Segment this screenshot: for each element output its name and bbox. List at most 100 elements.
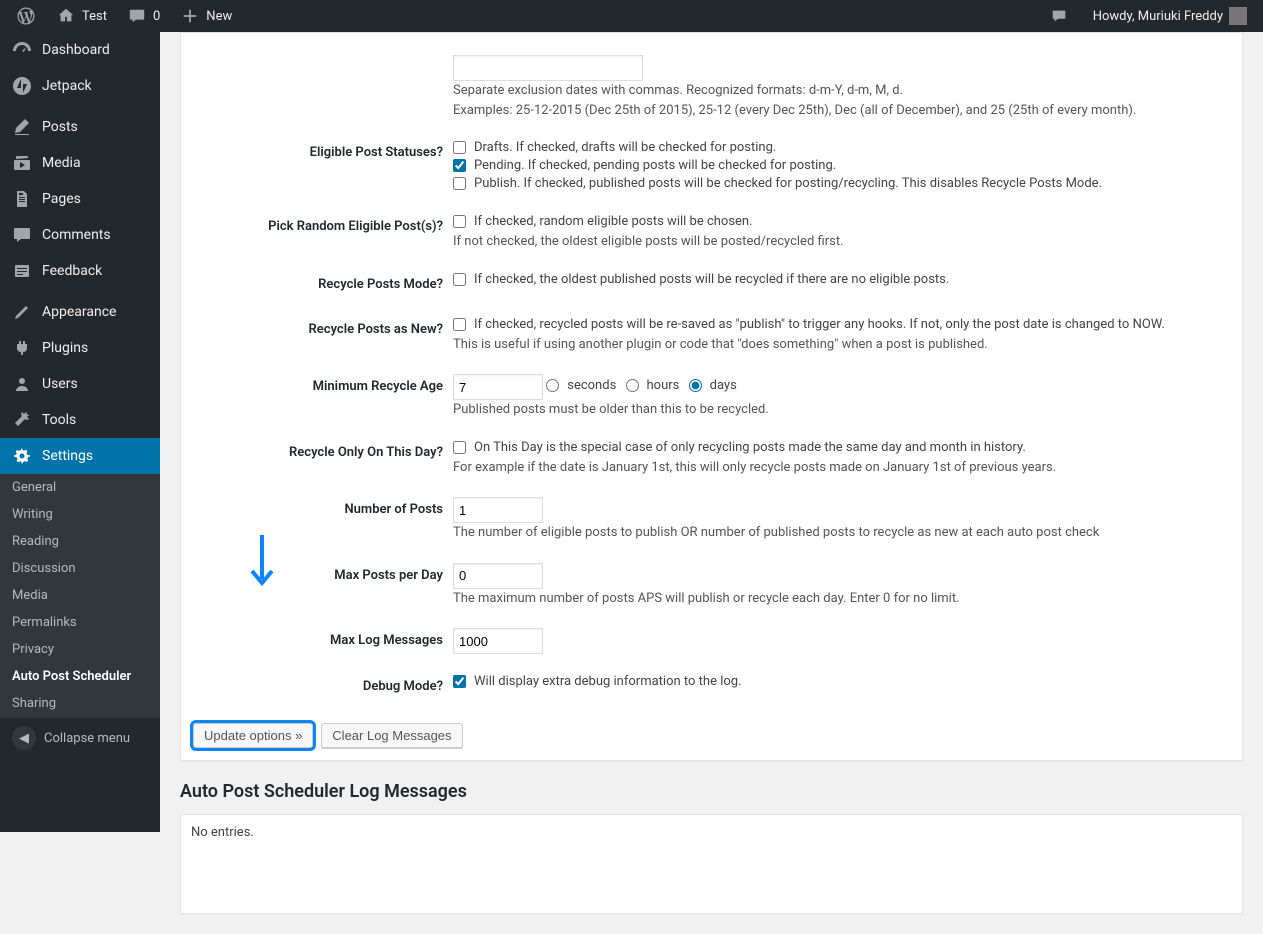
- drafts-checkbox[interactable]: [453, 141, 466, 154]
- menu-label: Pages: [42, 191, 81, 207]
- jetpack-icon: [12, 76, 32, 96]
- wp-logo[interactable]: [8, 0, 44, 32]
- exclusion-desc2: Examples: 25-12-2015 (Dec 25th of 2015),…: [453, 101, 1220, 121]
- menu-label: Comments: [42, 227, 111, 243]
- site-link[interactable]: Test: [48, 0, 115, 32]
- recycle-new-label: Recycle Posts as New?: [193, 307, 453, 365]
- clear-log-button[interactable]: Clear Log Messages: [321, 723, 462, 748]
- menu-item-posts[interactable]: Posts: [0, 109, 160, 145]
- pages-icon: [12, 189, 32, 209]
- recycle-mode-text: If checked, the oldest published posts w…: [474, 272, 949, 287]
- on-this-day-text: On This Day is the special case of only …: [474, 440, 1026, 455]
- hours-radio[interactable]: [626, 379, 639, 392]
- min-age-desc: Published posts must be older than this …: [453, 400, 1220, 420]
- plugins-icon: [12, 338, 32, 358]
- publish-checkbox[interactable]: [453, 177, 466, 190]
- seconds-label: seconds: [567, 378, 616, 393]
- num-posts-desc: The number of eligible posts to publish …: [453, 523, 1220, 543]
- new-link[interactable]: New: [172, 0, 240, 32]
- submenu-item-general[interactable]: General: [0, 474, 160, 501]
- seconds-radio[interactable]: [546, 379, 559, 392]
- max-log-label: Max Log Messages: [193, 618, 453, 664]
- appearance-icon: [12, 302, 32, 322]
- recycle-mode-checkbox[interactable]: [453, 273, 466, 286]
- menu-label: Jetpack: [42, 78, 92, 94]
- random-checkbox[interactable]: [453, 215, 466, 228]
- new-label: New: [206, 9, 232, 24]
- posts-icon: [12, 117, 32, 137]
- content-area: Separate exclusion dates with commas. Re…: [160, 0, 1263, 934]
- collapse-label: Collapse menu: [44, 731, 130, 746]
- submenu-item-media[interactable]: Media: [0, 582, 160, 609]
- menu-item-dashboard[interactable]: Dashboard: [0, 32, 160, 68]
- drafts-text: Drafts. If checked, drafts will be check…: [474, 140, 776, 155]
- num-posts-input[interactable]: [453, 497, 543, 523]
- media-icon: [12, 153, 32, 173]
- random-label: Pick Random Eligible Post(s)?: [193, 204, 453, 262]
- wordpress-icon: [16, 6, 36, 26]
- update-options-button[interactable]: Update options »: [193, 723, 313, 748]
- menu-item-pages[interactable]: Pages: [0, 181, 160, 217]
- tools-icon: [12, 410, 32, 430]
- max-log-input[interactable]: [453, 628, 543, 654]
- debug-text: Will display extra debug information to …: [474, 674, 742, 689]
- home-icon: [56, 6, 76, 26]
- menu-label: Dashboard: [42, 42, 110, 58]
- min-age-label: Minimum Recycle Age: [193, 364, 453, 430]
- max-day-label: Max Posts per Day: [193, 553, 453, 619]
- num-posts-label: Number of Posts: [193, 487, 453, 553]
- menu-item-settings[interactable]: Settings: [0, 438, 160, 474]
- recycle-mode-label: Recycle Posts Mode?: [193, 262, 453, 307]
- menu-item-plugins[interactable]: Plugins: [0, 330, 160, 366]
- notifications[interactable]: [1041, 0, 1077, 32]
- submenu-item-writing[interactable]: Writing: [0, 501, 160, 528]
- menu-label: Plugins: [42, 340, 88, 356]
- menu-label: Media: [42, 155, 81, 171]
- exclusion-dates-input[interactable]: [453, 55, 643, 81]
- menu-label: Settings: [42, 448, 93, 464]
- publish-text: Publish. If checked, published posts wil…: [474, 176, 1102, 191]
- pending-checkbox[interactable]: [453, 159, 466, 172]
- max-day-input[interactable]: [453, 563, 543, 589]
- submenu-item-discussion[interactable]: Discussion: [0, 555, 160, 582]
- settings-icon: [12, 446, 32, 466]
- dashboard-icon: [12, 40, 32, 60]
- log-box: No entries.: [180, 814, 1243, 914]
- menu-item-media[interactable]: Media: [0, 145, 160, 181]
- max-day-desc: The maximum number of posts APS will pub…: [453, 589, 1220, 609]
- min-age-input[interactable]: [453, 374, 543, 400]
- avatar: [1229, 7, 1247, 25]
- menu-item-users[interactable]: Users: [0, 366, 160, 402]
- recycle-new-checkbox[interactable]: [453, 318, 466, 331]
- settings-panel: Separate exclusion dates with commas. Re…: [180, 32, 1243, 761]
- log-empty: No entries.: [191, 825, 254, 840]
- comments-icon: [12, 225, 32, 245]
- plus-icon: [180, 6, 200, 26]
- days-label: days: [710, 378, 737, 393]
- comments-link[interactable]: 0: [119, 0, 168, 32]
- menu-item-jetpack[interactable]: Jetpack: [0, 68, 160, 104]
- hours-label: hours: [647, 378, 680, 393]
- days-radio[interactable]: [689, 379, 702, 392]
- statuses-label: Eligible Post Statuses?: [193, 130, 453, 204]
- submenu-item-sharing[interactable]: Sharing: [0, 690, 160, 717]
- account[interactable]: Howdy, Muriuki Freddy: [1085, 0, 1255, 32]
- menu-item-appearance[interactable]: Appearance: [0, 294, 160, 330]
- collapse-menu[interactable]: ◀Collapse menu: [0, 717, 160, 758]
- menu-label: Posts: [42, 119, 78, 135]
- submenu-item-privacy[interactable]: Privacy: [0, 636, 160, 663]
- on-this-day-checkbox[interactable]: [453, 441, 466, 454]
- howdy-text: Howdy, Muriuki Freddy: [1093, 9, 1223, 24]
- menu-label: Tools: [42, 412, 76, 428]
- menu-item-comments[interactable]: Comments: [0, 217, 160, 253]
- debug-checkbox[interactable]: [453, 675, 466, 688]
- comment-icon: [127, 6, 147, 26]
- on-this-day-desc: For example if the date is January 1st, …: [453, 458, 1220, 478]
- submenu-item-reading[interactable]: Reading: [0, 528, 160, 555]
- submenu-item-auto-post-scheduler[interactable]: Auto Post Scheduler: [0, 663, 160, 690]
- menu-item-feedback[interactable]: Feedback: [0, 253, 160, 289]
- submenu-item-permalinks[interactable]: Permalinks: [0, 609, 160, 636]
- pending-text: Pending. If checked, pending posts will …: [474, 158, 836, 173]
- chat-icon: [1049, 6, 1069, 26]
- menu-item-tools[interactable]: Tools: [0, 402, 160, 438]
